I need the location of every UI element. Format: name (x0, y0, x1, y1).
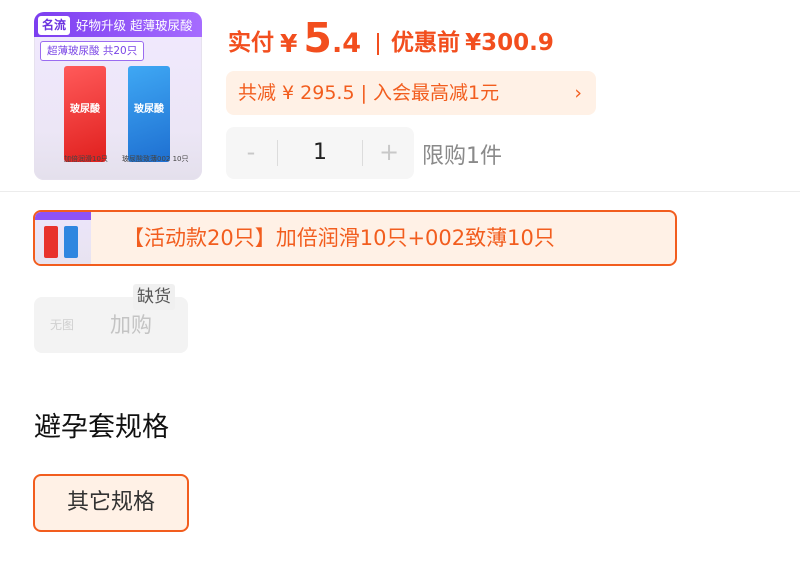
out-of-stock-badge: 缺货 (133, 284, 175, 310)
spec-section-title: 避孕套规格 (34, 412, 169, 443)
box-caption-left: 加倍润滑10只 (64, 155, 108, 163)
purchase-limit: 限购1件 (422, 144, 502, 169)
currency-symbol: ¥ (280, 29, 298, 58)
sku-thumb-box-blue (64, 226, 78, 258)
banner-text: 好物升级 超薄玻尿酸 (76, 18, 193, 33)
sku-thumb-box-red (44, 226, 58, 258)
quantity-value[interactable]: 1 (278, 127, 362, 179)
product-box-blue: 玻尿酸 (128, 66, 170, 162)
sku-option-label: 【活动款20只】加倍润滑10只+002致薄10只 (123, 226, 555, 250)
box-label: 玻尿酸 (70, 104, 100, 115)
brand-logo: 名流 (38, 16, 71, 35)
actual-price-decimal: .4 (331, 28, 361, 59)
original-price-label: 优惠前 (390, 30, 460, 56)
quantity-stepper: - 1 + (226, 127, 414, 179)
discount-detail-button[interactable]: 共减 ¥ 295.5 | 入会最高减1元 › (226, 71, 596, 115)
stepper-divider (362, 140, 363, 166)
discount-text: 共减 ¥ 295.5 | 入会最高减1元 (238, 82, 500, 104)
decrease-button[interactable]: - (226, 127, 276, 179)
section-divider (0, 191, 800, 192)
no-image-placeholder: 无图 (49, 318, 74, 332)
price-divider (376, 32, 379, 55)
product-box-red: 玻尿酸 (64, 66, 106, 162)
sku-thumb-banner (35, 212, 91, 220)
actual-price-label: 实付 (228, 30, 274, 56)
thumbnail-banner: 名流 好物升级 超薄玻尿酸 (34, 12, 202, 37)
thumbnail-subtag: 超薄玻尿酸 共20只 (40, 41, 145, 61)
sku-option-selected[interactable]: 【活动款20只】加倍润滑10只+002致薄10只 (33, 210, 677, 266)
increase-button[interactable]: + (364, 127, 414, 179)
chevron-right-icon: › (574, 82, 582, 104)
box-caption-right: 玻尿酸致薄002 10只 (122, 155, 189, 163)
spec-option-other[interactable]: 其它规格 (33, 474, 189, 532)
original-price: ¥300.9 (465, 30, 554, 56)
box-label: 玻尿酸 (134, 104, 164, 115)
actual-price-integer: 5 (303, 14, 332, 62)
sku-thumbnail (35, 212, 91, 264)
product-thumbnail[interactable]: 名流 好物升级 超薄玻尿酸 超薄玻尿酸 共20只 玻尿酸 玻尿酸 加倍润滑10只 … (34, 12, 202, 180)
price-line: 实付 ¥5.4 优惠前 ¥300.9 (228, 14, 554, 64)
